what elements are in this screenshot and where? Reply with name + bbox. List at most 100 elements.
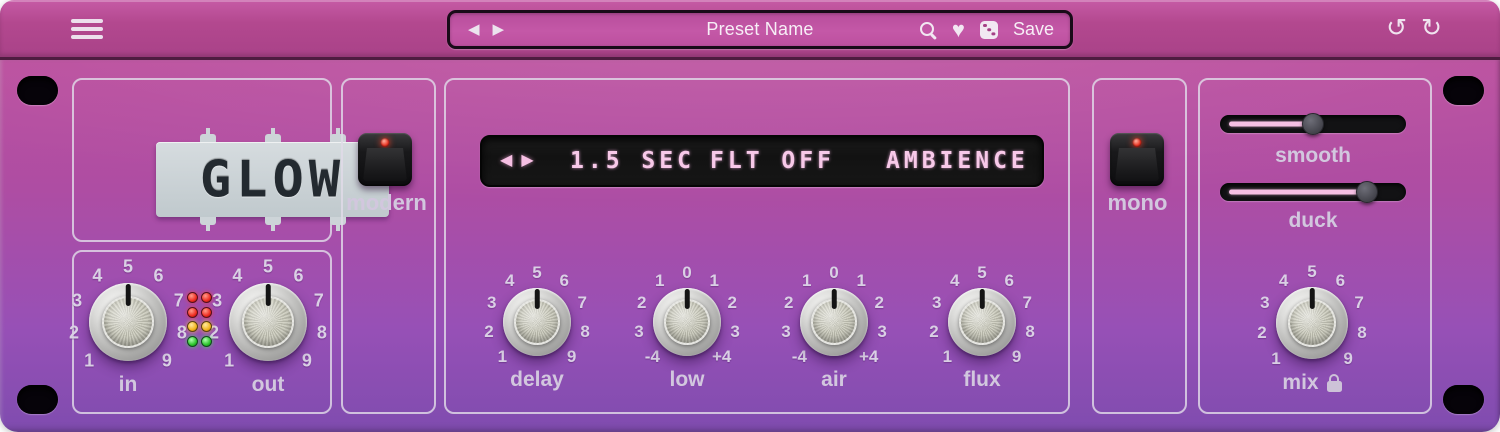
button-face [1115,148,1159,181]
knob-label-text: flux [963,368,1000,392]
meter-led-green [187,336,198,347]
knob-scale-number: 7 [1354,293,1363,313]
slider-fill [1229,122,1313,127]
undo-icon[interactable]: ↺ [1386,16,1407,41]
meter-led-red [201,292,212,303]
out-knob[interactable] [229,283,307,361]
top-bar: ◀ ▶ Preset Name ♥ Save ↺ ↻ [0,0,1500,60]
knob-pointer [266,284,271,306]
delay-knob-group: 123456789delay [470,255,604,389]
smooth-slider[interactable] [1220,115,1406,133]
mono-button[interactable] [1110,133,1164,186]
knob-label-text: out [252,373,285,397]
knob-scale-number: 4 [505,271,514,291]
knob-scale-number: 1 [943,347,952,367]
knob-scale-number: 3 [72,290,82,311]
knob-scale-number: 2 [484,322,493,342]
knob-pointer [126,284,131,306]
search-icon[interactable] [919,21,937,39]
air-knob[interactable] [800,288,868,356]
knob-scale-number: -4 [645,347,660,367]
lcd-next-button[interactable]: ▶ [521,153,533,169]
knob-label-text: in [119,373,138,397]
lcd-delay-time-value[interactable]: 1.5 SEC [570,148,695,174]
knob-scale-number: 4 [950,271,959,291]
knob-scale-number: 9 [302,350,312,371]
menu-icon[interactable] [71,19,103,39]
knob-scale-number: 8 [1025,322,1034,342]
in-knob[interactable] [89,283,167,361]
knob-scale-number: 8 [177,322,187,343]
knob-scale-number: 2 [875,293,884,313]
modern-section [341,78,436,414]
knob-pointer [1310,288,1315,309]
glow-plugin-window: ◀ ▶ Preset Name ♥ Save ↺ ↻ [0,0,1500,432]
smooth-label: smooth [1198,144,1428,168]
low-knob[interactable] [653,288,721,356]
knob-scale-number: 3 [932,293,941,313]
duck-slider[interactable] [1220,183,1406,201]
modern-button[interactable] [358,133,412,186]
lcd-filter-value[interactable]: FLT OFF [710,148,835,174]
knob-scale-number: 1 [856,271,865,291]
knob-scale-number: 5 [263,257,273,278]
meter-led-yellow [187,321,198,332]
knob-scale-number: +4 [712,347,731,367]
history-controls: ↺ ↻ [1386,0,1442,57]
knob-scale-number: 3 [634,322,643,342]
knob-scale-number: 0 [682,263,691,283]
mix-knob[interactable] [1276,287,1348,359]
knob-scale-number: 5 [1307,262,1316,282]
lcd-nav: ◀ ▶ [500,137,534,185]
lcd-display: ◀ ▶ 1.5 SEC FLT OFF AMBIENCE [480,135,1044,187]
favorite-icon[interactable]: ♥ [952,19,965,41]
knob-scale-number: 1 [84,350,94,371]
level-meter [187,292,212,347]
knob-scale-number: 4 [1279,271,1288,291]
lcd-prev-button[interactable]: ◀ [500,153,512,169]
mono-led-icon [1133,138,1142,147]
logo-tab [200,134,216,142]
modern-led-icon [381,138,390,147]
button-face [363,148,407,181]
knob-scale-number: 2 [637,293,646,313]
low-label: low [620,368,754,392]
preset-actions: ♥ Save [919,19,1054,41]
knob-scale-number: 8 [317,322,327,343]
meter-led-green [201,336,212,347]
knob-scale-number: 1 [802,271,811,291]
smooth-slider-thumb[interactable] [1302,113,1324,135]
in-knob-group: 123456789in [55,249,201,395]
knob-scale-number: 3 [487,293,496,313]
slider-fill [1229,190,1367,195]
knob-label-text: delay [510,368,564,392]
air-label: air [767,368,901,392]
knob-scale-number: 2 [728,293,737,313]
knob-scale-number: 1 [1271,349,1280,369]
knob-scale-number: 5 [532,263,541,283]
delay-knob[interactable] [503,288,571,356]
redo-icon[interactable]: ↻ [1421,16,1442,41]
knob-pointer [832,289,837,309]
random-preset-icon[interactable] [980,21,998,39]
lcd-algorithm-value[interactable]: AMBIENCE [886,148,1029,174]
logo-section: GLOW [72,78,332,242]
knob-scale-number: -4 [792,347,807,367]
knob-scale-number: 1 [498,347,507,367]
rack-hole [1443,385,1484,414]
knob-scale-number: 8 [1357,323,1366,343]
knob-scale-number: 2 [1257,323,1266,343]
knob-scale-number: 3 [877,322,886,342]
flux-label: flux [915,368,1049,392]
knob-scale-number: 8 [580,322,589,342]
flux-knob[interactable] [948,288,1016,356]
flux-knob-group: 123456789flux [915,255,1049,389]
knob-pointer [535,289,540,309]
duck-slider-thumb[interactable] [1356,181,1378,203]
save-button[interactable]: Save [1013,19,1054,40]
knob-scale-number: 3 [781,322,790,342]
logo-tab [265,134,281,142]
rack-hole [17,385,58,414]
knob-scale-number: 7 [1023,293,1032,313]
duck-label: duck [1198,209,1428,233]
